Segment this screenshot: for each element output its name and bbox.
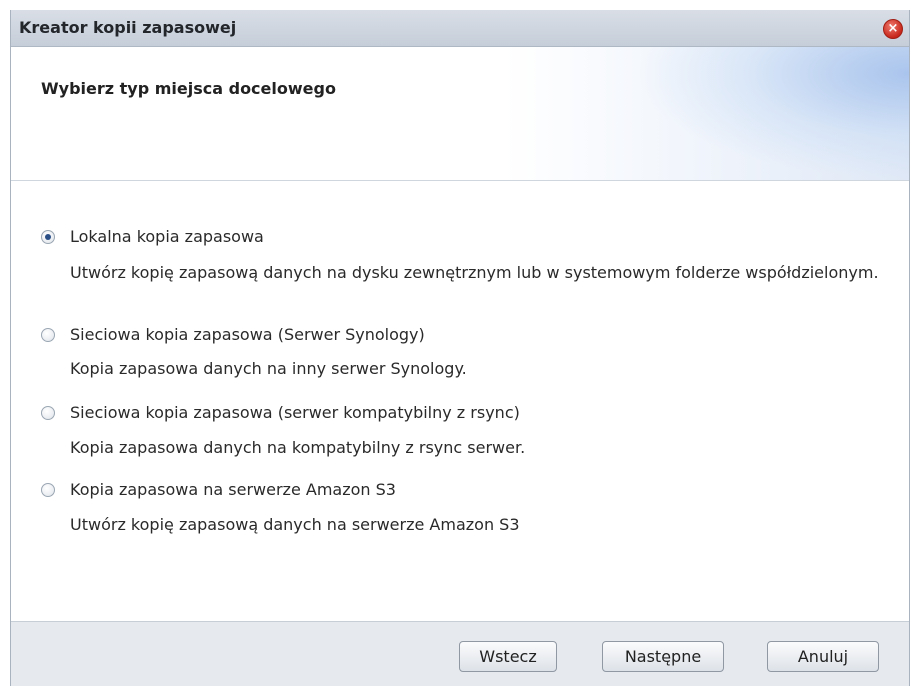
back-button[interactable]: Wstecz	[459, 641, 557, 672]
radio-network-synology[interactable]	[41, 328, 55, 342]
wizard-footer: Wstecz Następne Anuluj	[11, 621, 909, 686]
wizard-header: Wybierz typ miejsca docelowego	[11, 47, 909, 181]
radio-network-rsync[interactable]	[41, 406, 55, 420]
cancel-button[interactable]: Anuluj	[767, 641, 879, 672]
window-title: Kreator kopii zapasowej	[19, 18, 237, 37]
option-label: Sieciowa kopia zapasowa (serwer kompatyb…	[70, 403, 520, 422]
option-label: Lokalna kopia zapasowa	[70, 227, 264, 246]
option-description: Utwórz kopię zapasową danych na dysku ze…	[70, 263, 879, 282]
radio-local-backup[interactable]	[41, 230, 55, 244]
title-bar: Kreator kopii zapasowej ×	[11, 10, 909, 47]
option-description: Kopia zapasowa danych na inny serwer Syn…	[70, 359, 467, 378]
next-button[interactable]: Następne	[602, 641, 724, 672]
option-description: Kopia zapasowa danych na kompatybilny z …	[70, 438, 526, 457]
radio-amazon-s3[interactable]	[41, 483, 55, 497]
close-icon[interactable]: ×	[883, 19, 903, 39]
option-label: Sieciowa kopia zapasowa (Serwer Synology…	[70, 325, 425, 344]
option-label: Kopia zapasowa na serwerze Amazon S3	[70, 480, 396, 499]
option-description: Utwórz kopię zapasową danych na serwerze…	[70, 515, 520, 534]
step-title: Wybierz typ miejsca docelowego	[41, 79, 336, 98]
backup-wizard-dialog: Kreator kopii zapasowej × Wybierz typ mi…	[10, 10, 910, 686]
